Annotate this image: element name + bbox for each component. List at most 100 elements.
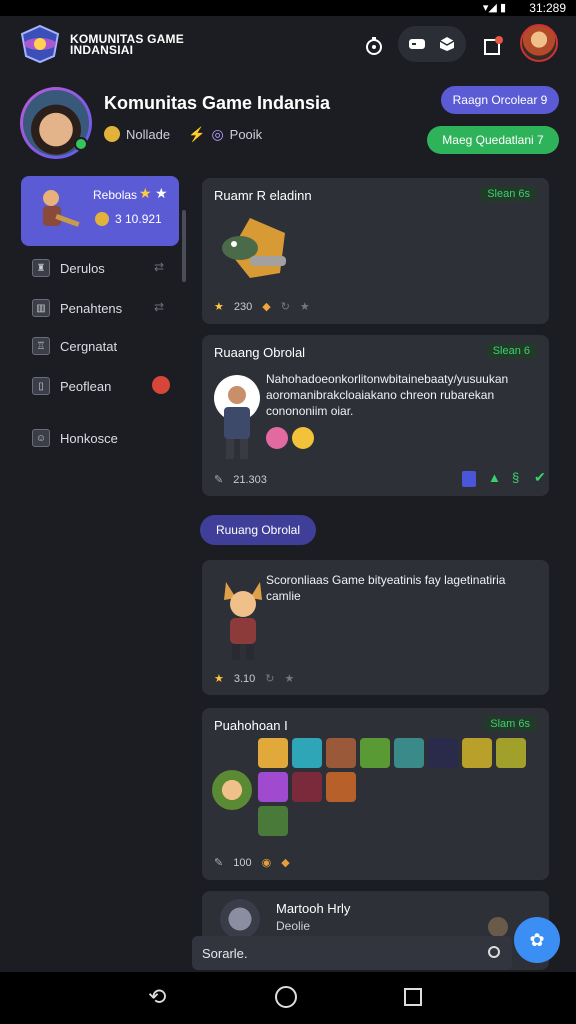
sidebar-item-cergnatat[interactable]: ♖ Cergnatat: [32, 334, 117, 358]
secondary-action-button[interactable]: Maeg Quedatlani 7: [427, 126, 559, 154]
post-text: Nahohadoeonkorlitonwbitainebaaty/yusuuka…: [266, 372, 509, 418]
hero-tile[interactable]: [394, 738, 424, 768]
card-value: 3 10.921: [115, 212, 162, 226]
hero-tile[interactable]: [428, 738, 458, 768]
swirl-icon: ◎: [211, 126, 224, 142]
bookmark-icon[interactable]: [462, 471, 476, 487]
system-nav-bar: ⟲: [0, 972, 576, 1024]
post-subtitle: Deolie: [276, 919, 311, 933]
share-icon[interactable]: §: [512, 470, 519, 485]
sidebar-featured-card[interactable]: Rebolas ★ ★ 3 10.921: [21, 176, 179, 246]
brand-line-2: INDANSIAI: [70, 43, 134, 57]
chart-icon: ▥: [32, 299, 50, 317]
sidebar-scrollbar[interactable]: [182, 210, 186, 282]
compose-button[interactable]: ✿: [514, 917, 560, 963]
refresh-icon[interactable]: ↻: [265, 672, 274, 685]
cube-icon[interactable]: [438, 35, 456, 53]
door-icon: ▯: [32, 377, 50, 395]
check-icon[interactable]: ✔: [534, 469, 546, 486]
home-icon[interactable]: [275, 986, 297, 1008]
favorite-icon[interactable]: ★: [300, 300, 310, 313]
star-icon-2: ★: [155, 185, 168, 201]
emoji-icon-1: [266, 427, 288, 449]
hero-tile[interactable]: [292, 772, 322, 802]
character-icon: ☺: [32, 429, 50, 447]
emoji-icon-2: [292, 427, 314, 449]
meta-2-label: Pooik: [229, 127, 263, 142]
mini-avatar: [488, 917, 508, 937]
back-icon[interactable]: ⟲: [148, 984, 166, 1010]
post-tag: Slean 6s: [480, 186, 537, 202]
app-logo-icon: [20, 24, 60, 64]
status-time: 31:289: [529, 1, 566, 15]
post-title: Puahohoan I: [214, 718, 288, 733]
post-card-3[interactable]: Scoronliaas Game bityeatinis fay lagetin…: [202, 560, 549, 695]
hero-tile[interactable]: [258, 772, 288, 802]
hero-tile[interactable]: [258, 806, 288, 836]
arrow-icon: ⇄: [154, 260, 165, 274]
clock-icon[interactable]: [488, 946, 500, 958]
meta-2: ⚡ ◎ Pooik: [188, 126, 262, 143]
tower-icon: ♖: [32, 337, 50, 355]
hero-tile[interactable]: [258, 738, 288, 768]
wolf-avatar: [220, 899, 260, 939]
fire-icon: ◆: [281, 857, 290, 869]
post-tag: Slam 6s: [483, 716, 537, 732]
sidebar-item-penahtens[interactable]: ▥ Penahtens: [32, 296, 122, 320]
post-footer: ★ 230 ◆ ↻ ★: [214, 300, 310, 314]
recents-icon[interactable]: [404, 988, 422, 1006]
hero-tile[interactable]: [462, 738, 492, 768]
post-footer: ★ 3.10 ↻ ★: [214, 672, 295, 686]
coin-icon: ◉: [261, 857, 272, 869]
status-bar: ▾◢ ▮ 31:289: [0, 0, 576, 16]
post-card-1[interactable]: Ruamr R eladinn Slean 6s ★ 230 ◆ ↻ ★: [202, 178, 549, 324]
community-header: Komunitas Game Indansia Nollade ⚡ ◎ Pooi…: [0, 78, 576, 170]
search-input[interactable]: Sorarle.: [202, 946, 248, 961]
sidebar-item-derulos[interactable]: ♜ Derulos: [32, 256, 105, 280]
sidebar-item-label: Honkosce: [60, 430, 118, 446]
user-avatar[interactable]: [520, 24, 558, 62]
like-icon[interactable]: ▲: [488, 470, 501, 485]
post-title: Martooh Hrly: [276, 901, 351, 916]
arrow-icon: ⇄: [154, 300, 165, 314]
coin-icon: [95, 212, 109, 226]
refresh-icon[interactable]: ↻: [281, 300, 290, 313]
favorite-icon[interactable]: ★: [285, 672, 295, 685]
hero-tile[interactable]: [496, 738, 526, 768]
comment-icon[interactable]: ✎: [214, 473, 223, 486]
creature-image: [222, 218, 286, 278]
inbox-icon[interactable]: [480, 33, 506, 59]
notification-icon[interactable]: [362, 34, 386, 58]
meta-1: Nollade: [104, 126, 170, 142]
meta-1-label: Nollade: [126, 126, 171, 142]
signal-icons: ▾◢ ▮: [482, 2, 506, 14]
community-title: Komunitas Game Indansia: [104, 93, 331, 113]
section-chip[interactable]: Ruuang Obrolal: [200, 515, 316, 545]
castle-icon: ♜: [32, 259, 50, 277]
hero-tile[interactable]: [360, 738, 390, 768]
post-rating: 230: [233, 300, 253, 313]
post-card-4[interactable]: Puahohoan I Slam 6s ✎ 100 ◉ ◆: [202, 708, 549, 880]
star-icon: ★: [139, 185, 152, 201]
search-bar[interactable]: Sorarle.: [192, 936, 512, 970]
post-title: Ruaang Obrolal: [214, 345, 306, 360]
badge-icon: [152, 376, 170, 394]
chat-icon: ✿: [529, 929, 545, 950]
post-rating: 3.10: [233, 672, 256, 685]
hero-tile[interactable]: [326, 738, 356, 768]
hero-grid: [258, 738, 548, 840]
sidebar-item-peoflean[interactable]: ▯ Peoflean: [32, 374, 111, 398]
hero-tile[interactable]: [292, 738, 322, 768]
sidebar-item-label: Derulos: [60, 260, 105, 276]
coin-icon: [104, 126, 120, 142]
hero-tile[interactable]: [326, 772, 356, 802]
post-card-2[interactable]: Ruaang Obrolal Slean 6 Nahohadoeonkorlit…: [202, 335, 549, 496]
warrior-icon: [43, 190, 80, 227]
primary-action-button[interactable]: Raagn Orcolear 9: [441, 86, 559, 114]
comment-icon[interactable]: ✎: [214, 856, 223, 869]
sidebar-item-label: Peoflean: [60, 378, 112, 394]
feed: Ruamr R eladinn Slean 6s ★ 230 ◆ ↻ ★ Rua…: [190, 170, 576, 970]
sidebar-item-honkosce[interactable]: ☺ Honkosce: [32, 426, 118, 450]
knight-avatar: [214, 375, 260, 459]
gamepad-icon[interactable]: [408, 35, 426, 53]
